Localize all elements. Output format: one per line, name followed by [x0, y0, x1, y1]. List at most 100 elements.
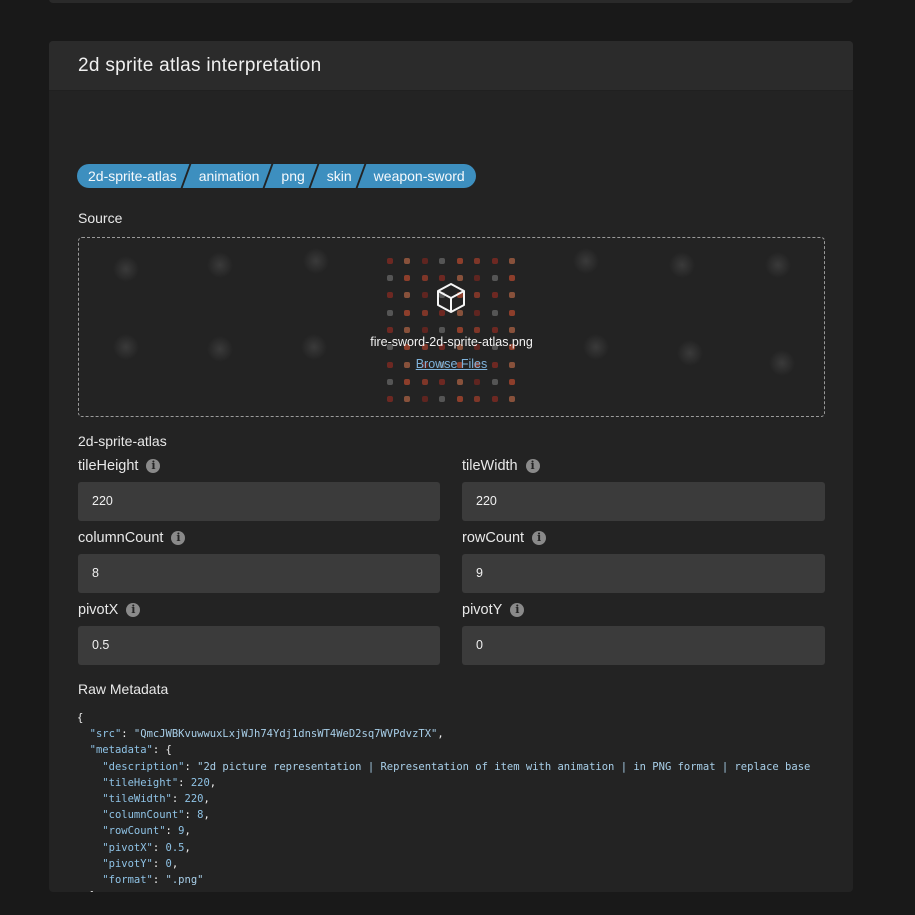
pivoty-input[interactable]: 0 — [462, 626, 825, 665]
raw-tileheight: 220 — [190, 776, 210, 789]
columncount-label: columnCount i — [78, 530, 186, 546]
atlas-tile — [404, 396, 411, 403]
atlas-tile — [386, 309, 393, 316]
file-dropzone[interactable]: fire-sword-2d-sprite-atlas.png Browse Fi… — [78, 237, 825, 417]
rowcount-input[interactable]: 9 — [462, 554, 825, 593]
atlas-tile — [491, 396, 498, 403]
atlas-tile — [509, 292, 516, 299]
pivoty-label-text: pivotY — [462, 602, 503, 618]
info-icon[interactable]: i — [510, 603, 525, 617]
info-icon[interactable]: i — [532, 531, 547, 545]
raw-columncount: 8 — [197, 809, 204, 822]
atlas-tile — [404, 378, 411, 385]
atlas-tile — [404, 292, 411, 299]
atlas-tile — [421, 396, 428, 403]
tilewidth-input[interactable]: 220 — [462, 482, 825, 521]
atlas-tile — [474, 257, 481, 264]
atlas-tile — [491, 378, 498, 385]
info-icon[interactable]: i — [146, 459, 161, 473]
tag[interactable]: weapon-sword — [363, 164, 476, 188]
atlas-tile — [421, 326, 428, 333]
uploaded-filename: fire-sword-2d-sprite-atlas.png — [370, 335, 533, 349]
pivotx-input[interactable]: 0.5 — [78, 626, 440, 665]
atlas-tile — [491, 257, 498, 264]
atlas-tile — [439, 396, 446, 403]
columncount-input[interactable]: 8 — [78, 554, 440, 593]
atlas-tile — [421, 292, 428, 299]
raw-format: .png — [171, 874, 198, 887]
blur-thumbnail — [765, 252, 791, 278]
raw-pivotx: 0.5 — [165, 841, 185, 854]
sprite-atlas-preview — [381, 252, 521, 408]
atlas-tile — [456, 257, 463, 264]
atlas-tile — [509, 274, 516, 281]
atlas-tile — [404, 326, 411, 333]
tilewidth-label: tileWidth i — [462, 458, 540, 474]
atlas-tile — [509, 378, 516, 385]
atlas-tile — [491, 292, 498, 299]
atlas-tile — [491, 274, 498, 281]
raw-tilewidth: 220 — [184, 793, 204, 806]
pivotx-label-text: pivotX — [78, 602, 119, 618]
atlas-tile — [386, 257, 393, 264]
pivotx-label: pivotX i — [78, 602, 141, 618]
rowcount-label: rowCount i — [462, 530, 547, 546]
interpretation-card: 2d sprite atlas interpretation 2d-sprite… — [49, 41, 853, 892]
atlas-tile — [404, 309, 411, 316]
atlas-tile — [509, 257, 516, 264]
rowcount-label-text: rowCount — [462, 530, 525, 546]
raw-src: QmcJWBKvuwwuxLxjWJh74Ydj1dnsWT4WeD2sq7WV… — [140, 728, 432, 741]
tag[interactable]: animation — [188, 164, 271, 188]
atlas-tile — [439, 378, 446, 385]
atlas-tile — [509, 396, 516, 403]
atlas-tile — [474, 396, 481, 403]
atlas-tile — [474, 292, 481, 299]
info-icon[interactable]: i — [525, 459, 540, 473]
raw-description: 2d picture representation | Representati… — [203, 760, 811, 773]
atlas-tile — [421, 257, 428, 264]
pivoty-label: pivotY i — [462, 602, 525, 618]
atlas-tile — [491, 309, 498, 316]
atlas-tile — [474, 309, 481, 316]
atlas-tile — [509, 309, 516, 316]
raw-pivoty: 0 — [165, 857, 172, 870]
atlas-tile — [456, 326, 463, 333]
atlas-tile — [386, 396, 393, 403]
raw-rowcount: 9 — [178, 825, 185, 838]
atlas-tile — [456, 396, 463, 403]
tilewidth-label-text: tileWidth — [462, 458, 518, 474]
tag[interactable]: 2d-sprite-atlas — [77, 164, 188, 188]
atlas-tile — [456, 274, 463, 281]
tileheight-input[interactable]: 220 — [78, 482, 440, 521]
browse-files-link[interactable]: Browse Files — [79, 357, 824, 371]
atlas-tile — [474, 326, 481, 333]
atlas-tile — [421, 274, 428, 281]
atlas-tile — [404, 257, 411, 264]
tag-list: 2d-sprite-atlas animation png skin weapo… — [77, 164, 476, 188]
atlas-tile — [386, 292, 393, 299]
atlas-tile — [439, 326, 446, 333]
atlas-tile — [421, 309, 428, 316]
atlas-tile — [439, 274, 446, 281]
tileheight-label: tileHeight i — [78, 458, 161, 474]
raw-metadata-json[interactable]: { "src": "QmcJWBKvuwwuxLxjWJh74Ydj1dnsWT… — [77, 710, 825, 892]
info-icon[interactable]: i — [171, 531, 186, 545]
cube-icon — [437, 283, 465, 313]
section-title: 2d-sprite-atlas — [78, 433, 167, 449]
card-title: 2d sprite atlas interpretation — [78, 54, 322, 76]
atlas-tile — [404, 274, 411, 281]
blur-thumbnail — [669, 252, 695, 278]
atlas-tile — [439, 257, 446, 264]
tileheight-label-text: tileHeight — [78, 458, 139, 474]
blur-thumbnail — [573, 248, 599, 274]
atlas-tile — [421, 378, 428, 385]
columncount-label-text: columnCount — [78, 530, 164, 546]
info-icon[interactable]: i — [126, 603, 141, 617]
source-label: Source — [78, 210, 123, 226]
atlas-tile — [386, 274, 393, 281]
previous-card — [49, 0, 853, 3]
atlas-tile — [456, 378, 463, 385]
atlas-tile — [509, 326, 516, 333]
blur-thumbnail — [113, 256, 139, 282]
card-header: 2d sprite atlas interpretation — [49, 41, 853, 91]
